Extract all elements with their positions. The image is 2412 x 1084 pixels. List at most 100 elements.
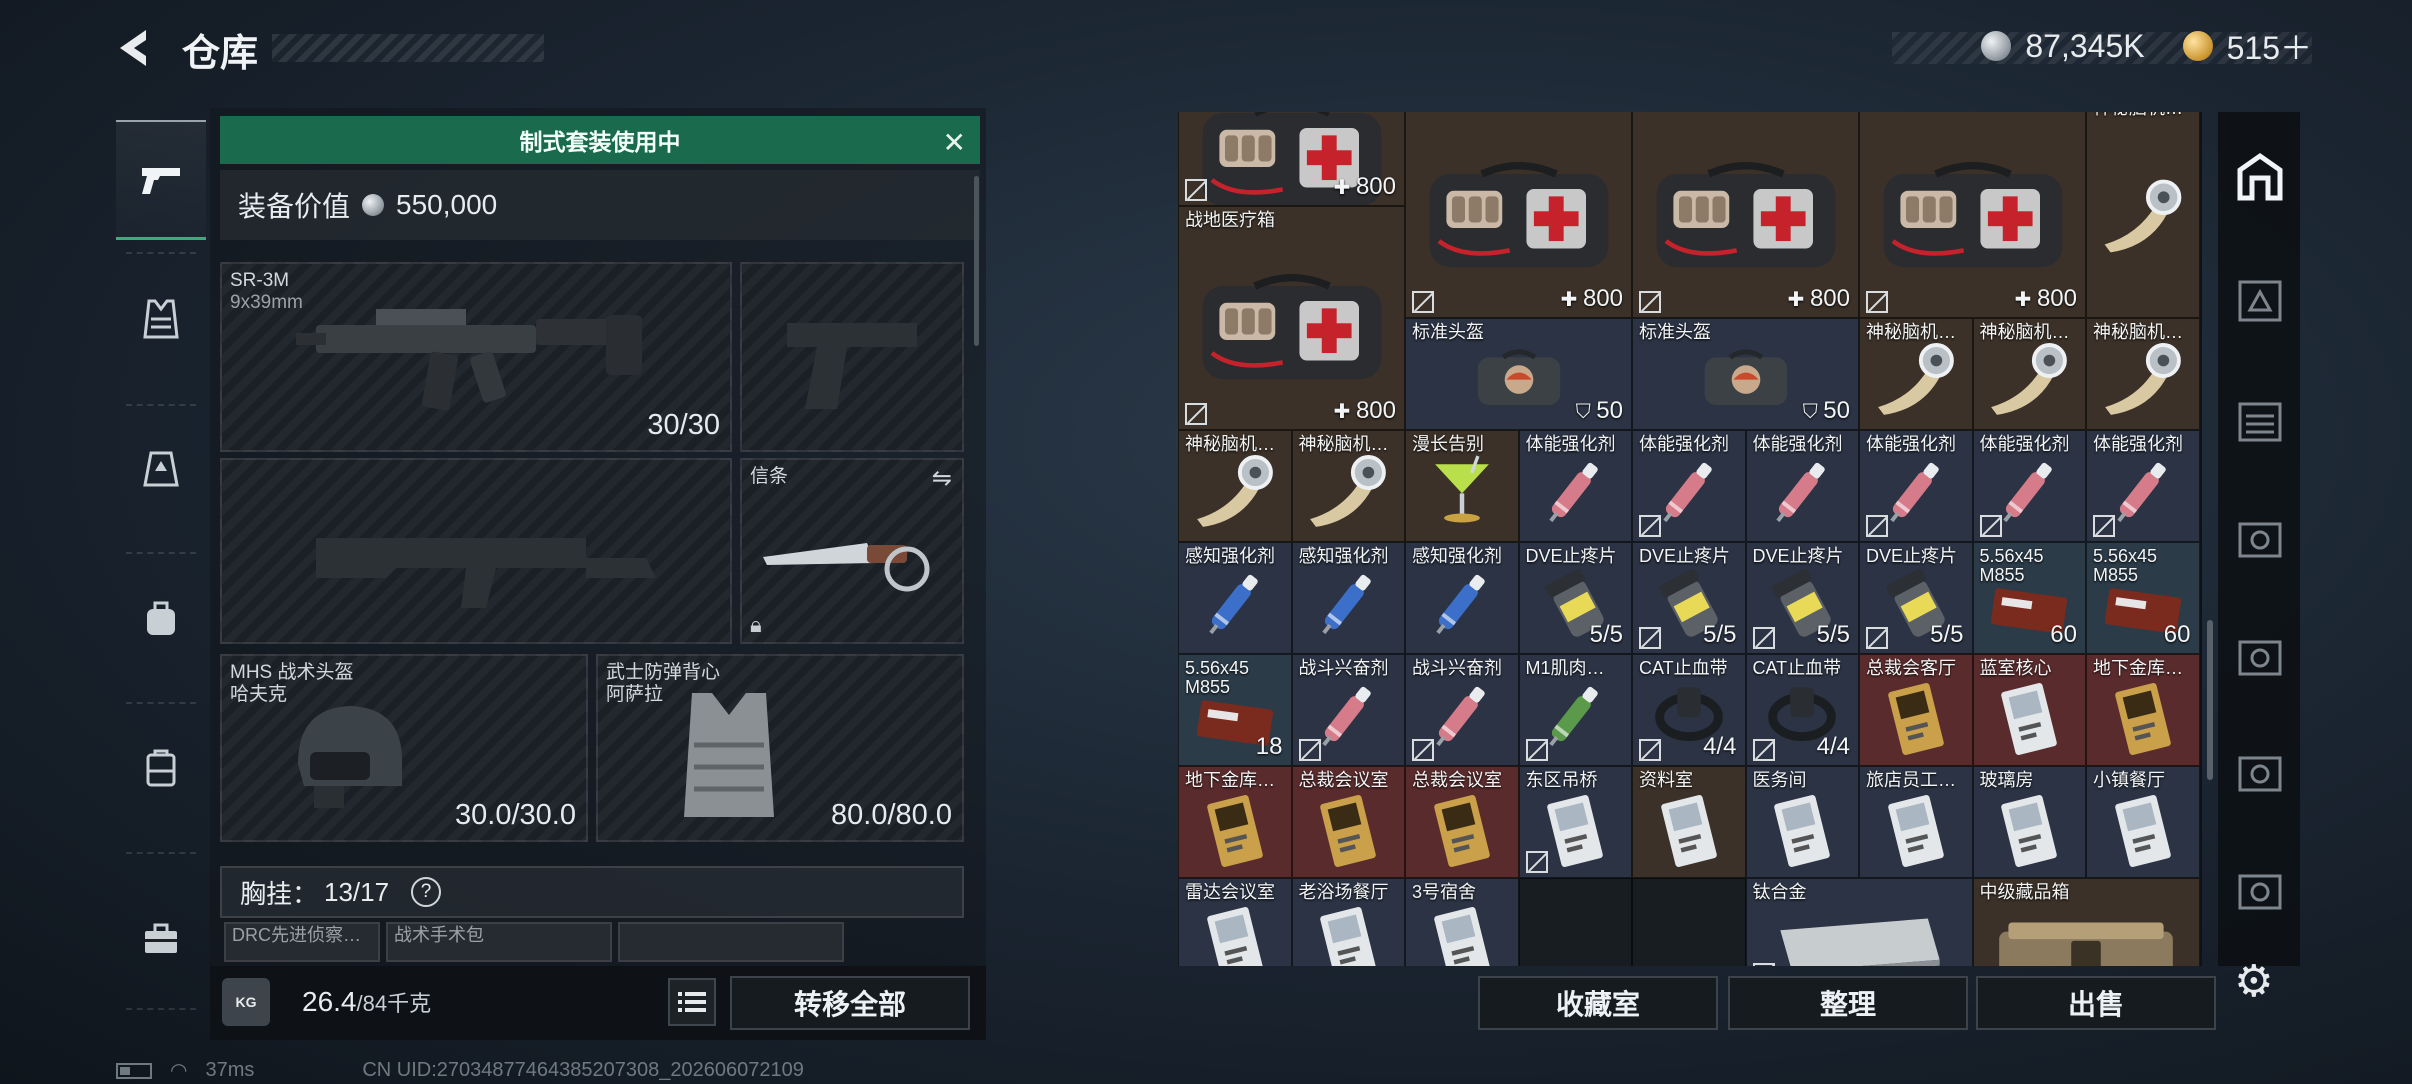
stash-item[interactable]: 标准头盔 50 [1405,318,1632,430]
secondary-weapon-slot[interactable] [220,458,732,644]
stash-item[interactable]: DVE止疼片 5/5 [1745,542,1859,654]
rail-item-toolbox[interactable] [116,878,206,998]
stash-page-icon[interactable] [2232,392,2288,448]
chest-rig-header[interactable]: 胸挂： 13/17 ? [220,866,964,918]
stash-home-icon[interactable] [2232,148,2288,204]
bound-item-icon [1639,739,1661,761]
silver-amount: 87,345K [2025,27,2145,64]
stash-item[interactable]: 神秘脑机… [1291,430,1405,542]
stash-item[interactable]: 感知强化剂 [1291,542,1405,654]
stash-item[interactable]: DVE止疼片 5/5 [1632,542,1746,654]
stash-item[interactable]: 地下金库… [1178,766,1292,878]
stash-item[interactable]: 神秘脑机… [1972,318,2086,430]
stash-item[interactable]: 800 [1405,112,1632,318]
rail-item-rig[interactable] [116,408,206,528]
stash-item[interactable]: 旅店员工… [1859,766,1973,878]
bound-item-icon [1866,515,1888,537]
stash-page-icon[interactable] [2232,272,2288,328]
helmet-slot[interactable]: MHS 战术头盔 哈夫克 30.0/30.0 [220,654,588,842]
close-icon[interactable]: ✕ [943,126,966,159]
helmet-icon [298,706,403,809]
stash-item[interactable]: 地下金库… [2086,654,2200,766]
stash-item[interactable]: 体能强化剂 [1632,430,1746,542]
stash-page-icon[interactable] [2232,862,2288,918]
bound-item-icon [1752,739,1775,761]
stash-item[interactable]: 战斗兴奋剂 [1405,654,1519,766]
sort-button[interactable]: 整理 [1728,976,1968,1030]
rail-item-backpack[interactable] [116,558,206,678]
stash-item[interactable]: 神秘脑机… [2086,318,2200,430]
stash-item[interactable]: 雷达会议室 [1178,878,1292,966]
stash-item[interactable]: 体能强化剂 [1745,430,1859,542]
rail-item-weapons[interactable] [116,120,206,240]
stash-item[interactable]: 800 [1178,112,1405,206]
keycard-icon [1660,794,1717,867]
chest-rig-item[interactable] [618,922,844,962]
stash-item[interactable]: 中级藏品箱 [1972,878,2200,966]
stash-item[interactable]: 战地医疗箱 800 [1178,206,1405,430]
stash-item[interactable]: 体能强化剂 [1859,430,1973,542]
stash-page-icon[interactable] [2232,510,2288,566]
stash-item[interactable]: 800 [1632,112,1859,318]
empty-stash-cell [1632,878,1746,966]
stash-item[interactable]: CAT止血带 4/4 [1745,654,1859,766]
stash-item[interactable]: 3号宿舍 [1405,878,1519,966]
stash-page-icon[interactable] [2232,628,2288,684]
stash-item[interactable]: 总裁会客厅 [1859,654,1973,766]
stash-item[interactable]: 体能强化剂 [2086,430,2200,542]
list-view-button[interactable] [668,978,716,1026]
swap-icon[interactable]: ⇋ [932,464,952,493]
stash-item[interactable]: 神秘脑机… [1178,430,1292,542]
stash-item[interactable]: 漫长告别 [1405,430,1519,542]
brain-chip-icon [2104,179,2182,253]
stash-item[interactable]: 总裁会议室 [1405,766,1519,878]
stash-item[interactable]: 东区吊桥 [1518,766,1632,878]
chest-rig-item[interactable]: DRC先进侦察… [224,922,380,962]
syringe-icon [1436,575,1485,635]
melee-slot[interactable]: 信条 ⇋ 🔒︎ [740,458,964,644]
loadout-scrollbar[interactable] [974,176,979,346]
stash-item[interactable]: CAT止血带 4/4 [1632,654,1746,766]
sidearm-slot[interactable] [740,262,964,452]
rail-item-armor[interactable] [116,258,206,378]
stash-item[interactable]: 神秘脑机… [1859,318,1973,430]
gold-amount[interactable]: 515＋ [2227,23,2312,69]
stash-item[interactable]: 蓝室核心 [1972,654,2086,766]
stash-item[interactable]: 老浴场餐厅 [1291,878,1405,966]
back-arrow-icon[interactable] [112,24,160,72]
stash-item[interactable]: 5.56x45 M855 60 [1972,542,2086,654]
settings-gear-icon[interactable]: ⚙ [2234,956,2273,1007]
stash-item[interactable]: 玻璃房 [1972,766,2086,878]
help-icon[interactable]: ? [411,877,442,907]
stash-item[interactable]: DVE止疼片 5/5 [1859,542,1973,654]
chest-rig-item[interactable]: 战术手术包 [386,922,612,962]
stash-item[interactable]: DVE止疼片 5/5 [1518,542,1632,654]
stash-item[interactable]: 钛合金 [1745,878,1973,966]
stash-item[interactable]: 5.56x45 M855 18 [1178,654,1292,766]
stash-item[interactable]: 标准头盔 50 [1632,318,1859,430]
item-count: 18 [1255,733,1283,760]
stash-item[interactable]: M1肌肉… [1518,654,1632,766]
rail-item-case[interactable] [116,708,206,828]
stash-item[interactable]: 感知强化剂 [1405,542,1519,654]
primary-weapon-slot[interactable]: SR-3M 9x39mm 30/30 [220,262,732,452]
armor-slot[interactable]: 武士防弹背心 阿萨拉 80.0/80.0 [596,654,964,842]
stash-item[interactable]: 资料室 [1632,766,1746,878]
sell-button[interactable]: 出售 [1976,976,2216,1030]
stash-item[interactable]: 感知强化剂 [1178,542,1292,654]
stash-page-icon[interactable] [2232,744,2288,800]
stash-item[interactable]: 5.56x45 M855 60 [2086,542,2200,654]
stash-item[interactable]: 总裁会议室 [1291,766,1405,878]
transfer-all-button[interactable]: 转移全部 [730,976,970,1030]
stash-item[interactable]: 体能强化剂 [1972,430,2086,542]
stash-item[interactable]: 战斗兴奋剂 [1291,654,1405,766]
collection-room-button[interactable]: 收藏室 [1478,976,1718,1030]
stash-item[interactable]: 小镇餐厅 [2086,766,2200,878]
stash-item[interactable]: 体能强化剂 [1518,430,1632,542]
stash-item[interactable]: 医务间 [1745,766,1859,878]
armor-amount: 50 [1803,397,1850,425]
stash-scrollbar[interactable] [2207,620,2213,780]
bound-item-icon [1412,291,1434,313]
stash-item[interactable]: 800 [1859,112,2086,318]
stash-item[interactable]: 神秘脑机… [2086,112,2200,318]
